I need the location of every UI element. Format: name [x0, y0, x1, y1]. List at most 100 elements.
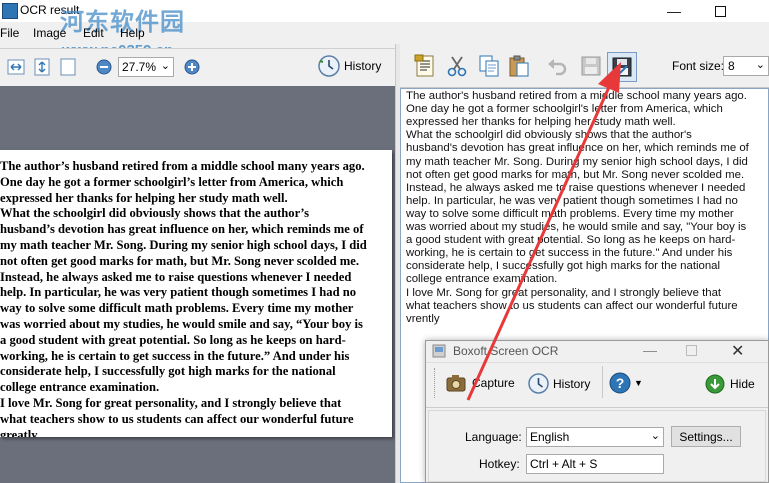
- menu-help[interactable]: Help: [120, 26, 145, 40]
- help-button[interactable]: ? ▼: [609, 372, 643, 394]
- menu-edit[interactable]: Edit: [83, 26, 104, 40]
- settings-button[interactable]: Settings...: [671, 426, 741, 447]
- clock-icon: [528, 373, 549, 394]
- boxoft-minimize-button[interactable]: —: [643, 342, 657, 358]
- maximize-button[interactable]: [697, 0, 743, 22]
- document-line: husband’s devotion has great influence o…: [0, 222, 364, 237]
- actual-size-button[interactable]: [59, 58, 77, 76]
- ocr-text-line: a good student with great potential. So …: [406, 234, 736, 247]
- camera-icon: [446, 375, 466, 392]
- menu-file[interactable]: File: [0, 26, 19, 40]
- paste-button[interactable]: [505, 52, 533, 80]
- ocr-button[interactable]: [411, 52, 439, 80]
- svg-text:?: ?: [616, 375, 625, 391]
- undo-button[interactable]: [543, 52, 571, 80]
- history-button[interactable]: History: [528, 373, 590, 394]
- document-line: I love Mr. Song for great personality, a…: [0, 396, 342, 410]
- scissors-icon: [447, 56, 467, 77]
- document-line: greatly.: [0, 427, 40, 437]
- ocr-text-line: considerate help, I successfully got hig…: [406, 260, 721, 273]
- close-icon: ✕: [731, 343, 745, 360]
- ocr-text-line: What the schoolgirl did obviously shows …: [406, 129, 692, 142]
- copy-button[interactable]: [475, 52, 503, 80]
- ocr-text-line: One day he got a former schoolgirl's let…: [406, 103, 723, 116]
- chevron-down-icon: ⌄: [650, 430, 660, 442]
- ocr-text-line: expressed her thanks for helping her stu…: [406, 116, 676, 129]
- fit-width-button[interactable]: [7, 58, 25, 76]
- fit-height-icon: [34, 58, 50, 76]
- scanned-page: The author’s husband retired from a midd…: [0, 150, 392, 437]
- document-line: way to solve some difficult math problem…: [0, 301, 354, 316]
- font-size-value: 8: [728, 59, 735, 73]
- language-value: English: [530, 430, 570, 444]
- language-select[interactable]: English ⌄: [526, 427, 664, 447]
- toolbar-separator: [602, 366, 603, 398]
- document-line: not often get good marks for math, but M…: [0, 253, 360, 268]
- hotkey-label: Hotkey:: [479, 457, 520, 471]
- document-line: college entrance examination.: [0, 380, 160, 395]
- ocr-text-line: my math teacher Mr. Song. During my seni…: [406, 155, 748, 168]
- save-as-icon: [612, 57, 632, 77]
- hide-icon: [705, 374, 725, 394]
- menu-image[interactable]: Image: [33, 26, 66, 40]
- language-label: Language:: [465, 430, 522, 444]
- minimize-icon: —: [643, 342, 657, 358]
- ocr-text-line: not often get good marks for math, but M…: [406, 168, 745, 181]
- cut-button[interactable]: [443, 52, 471, 80]
- left-history-label: History: [344, 59, 382, 73]
- zoom-in-icon: [184, 59, 200, 75]
- zoom-select[interactable]: 27.7% ⌄: [118, 57, 174, 77]
- hide-button[interactable]: Hide: [705, 374, 755, 394]
- minimize-icon: —: [667, 3, 681, 19]
- zoom-out-button[interactable]: [95, 58, 113, 76]
- document-line: Instead, he always asked me to raise que…: [0, 269, 352, 284]
- document-line: a good student with great potential. So …: [0, 332, 346, 347]
- fit-width-icon: [7, 59, 25, 75]
- history-label: History: [553, 376, 591, 391]
- boxoft-close-button[interactable]: ✕: [731, 341, 744, 361]
- floppy-disk-icon: [581, 56, 601, 76]
- document-line: my math teacher Mr. Song. During my seni…: [0, 238, 367, 252]
- capture-button[interactable]: Capture: [446, 374, 515, 392]
- zoom-value: 27.7%: [122, 60, 157, 74]
- ocr-text-line: The author's husband retired from a midd…: [406, 90, 747, 102]
- left-history-button[interactable]: History: [318, 55, 381, 77]
- capture-label: Capture: [472, 376, 515, 390]
- font-size-select[interactable]: 8 ⌄: [723, 56, 769, 76]
- save-as-button[interactable]: [607, 52, 637, 82]
- ocr-text-line: what teachers show to us students can af…: [406, 299, 738, 312]
- ocr-text-line: college entrance examination.: [406, 273, 558, 286]
- ocr-text-line: husband's devotion has great influence o…: [406, 142, 749, 155]
- app-icon: [2, 3, 18, 19]
- maximize-icon: [714, 5, 726, 17]
- document-ocr-icon: [414, 54, 434, 77]
- fit-height-button[interactable]: [33, 58, 51, 76]
- hotkey-input[interactable]: Ctrl + Alt + S: [526, 454, 664, 474]
- document-line: The author’s husband retired from a midd…: [0, 159, 365, 173]
- boxoft-title: Boxoft Screen OCR: [453, 344, 559, 358]
- document-line: what teachers show to us students can af…: [0, 411, 354, 426]
- chevron-down-icon: ⌄: [160, 60, 170, 72]
- help-icon: ?: [609, 372, 631, 394]
- toolbar-grip: [434, 368, 437, 398]
- ocr-text-line: vrently: [406, 312, 440, 325]
- ocr-text-line: help. In particular, he was very patient…: [406, 194, 738, 207]
- document-line: What the schoolgirl did obviously shows …: [0, 206, 310, 221]
- zoom-in-button[interactable]: [183, 58, 201, 76]
- paste-icon: [509, 55, 529, 77]
- document-line: One day he got a former schoolgirl’s let…: [0, 174, 344, 189]
- boxoft-app-icon: [432, 344, 446, 361]
- boxoft-maximize-button[interactable]: [686, 345, 697, 356]
- hide-label: Hide: [730, 377, 755, 391]
- copy-icon: [479, 55, 499, 77]
- document-line: was worried about my studies, he would s…: [0, 317, 363, 331]
- chevron-down-icon: ⌄: [755, 59, 765, 71]
- ocr-text-line: working, he is certain to get success in…: [406, 247, 733, 260]
- save-button[interactable]: [577, 52, 605, 80]
- caret-down-icon: ▼: [634, 378, 643, 388]
- ocr-text-line: I love Mr. Song for great personality, a…: [406, 286, 722, 299]
- document-line: help. In particular, he was very patient…: [0, 285, 357, 300]
- zoom-out-icon: [96, 59, 112, 75]
- minimize-button[interactable]: —: [651, 0, 697, 22]
- font-size-label: Font size:: [672, 59, 725, 73]
